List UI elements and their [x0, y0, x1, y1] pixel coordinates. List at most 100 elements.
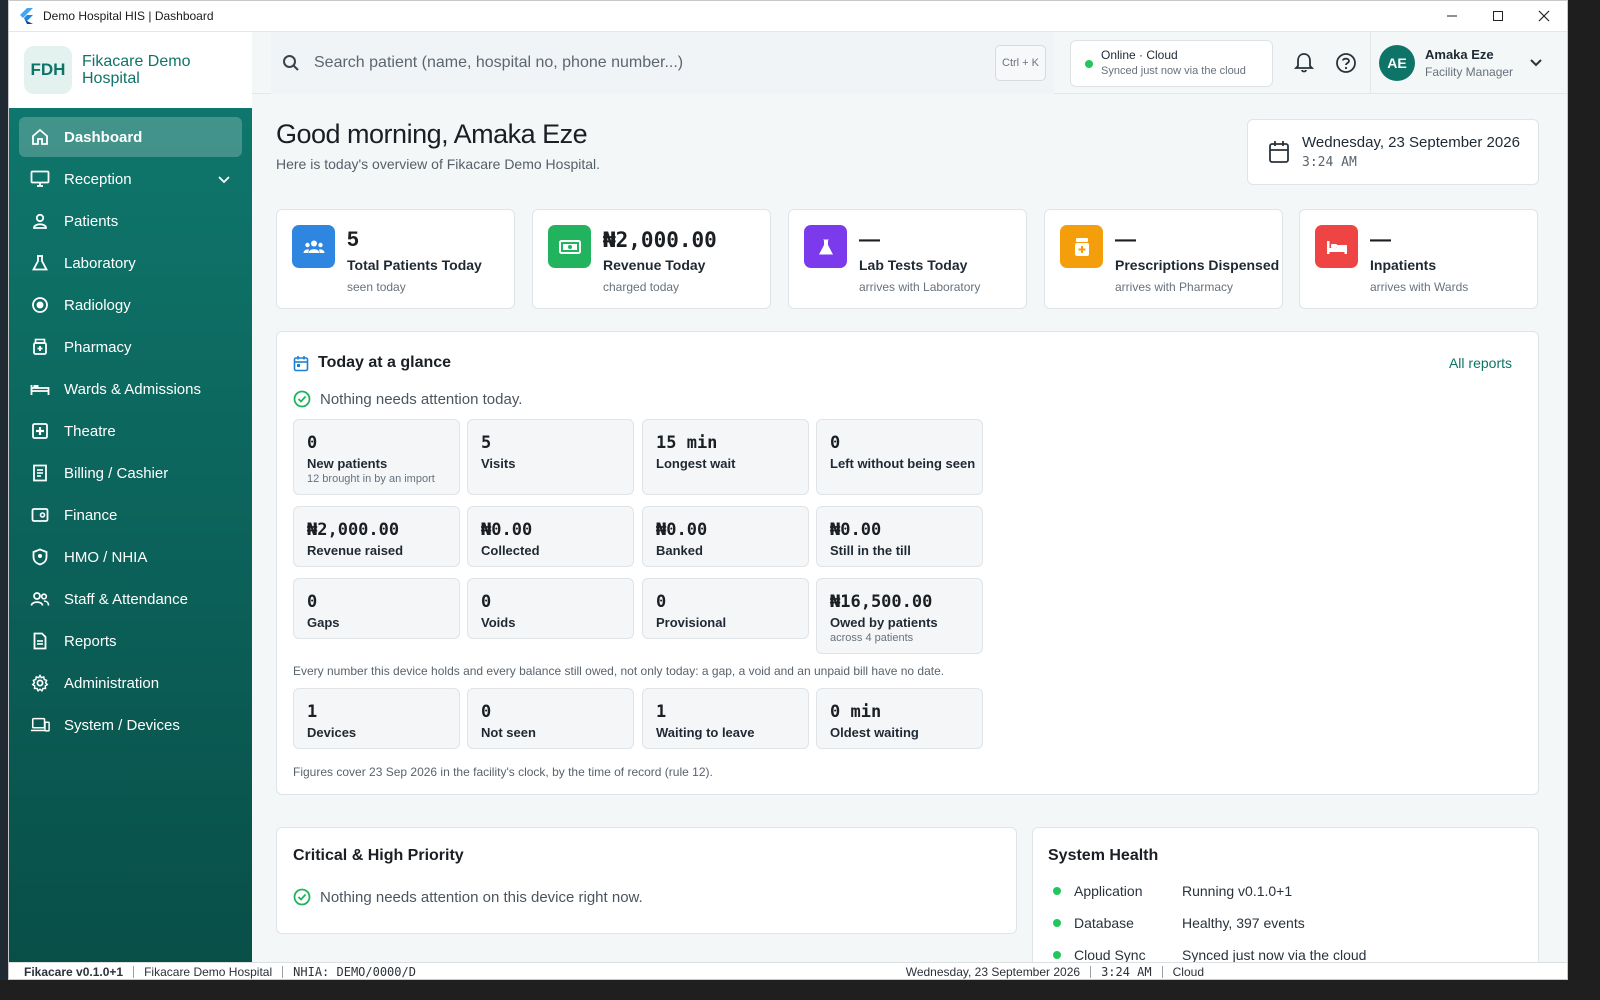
sidebar-item-hmo-nhia[interactable]: HMO / NHIA	[19, 537, 242, 577]
nhia-code: NHIA: DEMO/0000/D	[293, 965, 416, 979]
person-icon	[30, 211, 50, 231]
health-row: Database Healthy, 397 events	[1048, 915, 1305, 931]
stat-value: ₦2,000.00	[603, 228, 717, 252]
brand-header[interactable]: FDH Fikacare Demo Hospital	[9, 32, 252, 108]
health-name: Application	[1074, 883, 1143, 899]
sidebar-item-label: Theatre	[64, 422, 116, 440]
user-menu[interactable]: AE Amaka Eze Facility Manager	[1370, 32, 1567, 94]
maximize-button[interactable]	[1475, 1, 1521, 32]
pill-bottle-icon	[1060, 225, 1103, 268]
sidebar-item-laboratory[interactable]: Laboratory	[19, 243, 242, 283]
status-dot	[1053, 951, 1061, 959]
sidebar-item-label: Billing / Cashier	[64, 464, 169, 482]
sidebar-item-label: Laboratory	[64, 254, 136, 272]
sidebar-item-finance[interactable]: Finance	[19, 495, 242, 535]
money-icon	[548, 225, 591, 268]
sidebar-item-system-devices[interactable]: System / Devices	[19, 705, 242, 745]
current-date: Wednesday, 23 September 2026	[1302, 134, 1520, 151]
app-window: Demo Hospital HIS | Dashboard FDH Fikaca…	[8, 0, 1568, 980]
sidebar-item-label: Staff & Attendance	[64, 590, 188, 608]
help-icon[interactable]	[1335, 52, 1357, 74]
sidebar-item-label: Administration	[64, 674, 160, 692]
tile-value: 0	[830, 433, 841, 453]
receipt-icon	[30, 463, 50, 483]
app-version: Fikacare v0.1.0+1	[9, 966, 135, 978]
search-icon	[282, 54, 300, 72]
critical-title: Critical & High Priority	[293, 847, 464, 864]
user-name: Amaka Eze	[1425, 47, 1494, 62]
glance-tile: 0 Not seen	[467, 688, 634, 749]
desktop-taskbar-strip	[0, 980, 1600, 1000]
sidebar-item-pharmacy[interactable]: Pharmacy	[19, 327, 242, 367]
patient-search-bar[interactable]: Search patient (name, hospital no, phone…	[271, 32, 1054, 94]
glance-tile: 0 min Oldest waiting	[816, 688, 983, 749]
status-dot	[1053, 887, 1061, 895]
stat-card[interactable]: 5 Total Patients Today seen today	[276, 209, 515, 309]
sidebar-nav: Dashboard Reception Patients Laboratory Radi…	[9, 108, 252, 745]
sidebar-item-administration[interactable]: Administration	[19, 663, 242, 703]
glance-tile: 1 Waiting to leave	[642, 688, 809, 749]
sidebar-item-label: Finance	[64, 506, 118, 524]
stat-card[interactable]: — Prescriptions Dispensed arrives with Pha…	[1044, 209, 1283, 309]
flask-icon	[804, 225, 847, 268]
sidebar-item-label: Reception	[64, 170, 132, 188]
sidebar-item-staff-attendance[interactable]: Staff & Attendance	[19, 579, 242, 619]
today-at-a-glance-panel: Today at a glance All reports Nothing ne…	[276, 331, 1539, 795]
stat-value: —	[1370, 228, 1391, 251]
tile-value: 0	[656, 592, 667, 612]
radiology-icon	[30, 295, 50, 315]
sidebar-item-reports[interactable]: Reports	[19, 621, 242, 661]
stat-card[interactable]: ₦2,000.00 Revenue Today charged today	[532, 209, 771, 309]
check-circle-icon	[293, 390, 311, 408]
glance-tile: 0 New patients 12 brought in by an import	[293, 419, 460, 495]
footer-mode: Cloud	[1172, 965, 1204, 979]
sidebar-item-radiology[interactable]: Radiology	[19, 285, 242, 325]
tile-label: Left without being seen	[830, 456, 976, 471]
stat-caption: seen today	[347, 280, 406, 294]
calendar-icon	[1268, 140, 1290, 169]
top-bar: Search patient (name, hospital no, phone…	[252, 32, 1567, 94]
sidebar-item-wards-admissions[interactable]: Wards & Admissions	[19, 369, 242, 409]
search-input[interactable]: Search patient (name, hospital no, phone…	[314, 54, 995, 72]
tile-value: ₦0.00	[656, 520, 708, 540]
search-shortcut-hint: Ctrl + K	[995, 45, 1046, 81]
sidebar-item-theatre[interactable]: Theatre	[19, 411, 242, 451]
minimize-button[interactable]	[1429, 1, 1475, 32]
sidebar-item-billing-cashier[interactable]: Billing / Cashier	[19, 453, 242, 493]
glance-tile: 0 Provisional	[642, 578, 809, 639]
tile-value: 1	[307, 702, 318, 722]
calendar-icon	[293, 355, 309, 372]
sidebar-item-reception[interactable]: Reception	[19, 159, 242, 199]
system-health-panel: System Health Application Running v0.1.0+…	[1032, 827, 1539, 962]
health-row: Application Running v0.1.0+1	[1048, 883, 1292, 899]
glance-tile: 5 Visits	[467, 419, 634, 495]
sidebar-item-dashboard[interactable]: Dashboard	[19, 117, 242, 157]
glance-title: Today at a glance	[318, 354, 452, 371]
stat-card[interactable]: — Inpatients arrives with Wards	[1299, 209, 1538, 309]
tile-value: ₦16,500.00	[830, 592, 933, 612]
all-reports-link[interactable]: All reports	[1449, 355, 1512, 371]
glance-tile: ₦0.00 Still in the till	[816, 506, 983, 567]
online-status-dot	[1085, 60, 1093, 68]
glance-tile: 15 min Longest wait	[642, 419, 809, 495]
sidebar-item-patients[interactable]: Patients	[19, 201, 242, 241]
stat-value: —	[859, 228, 880, 251]
sidebar-item-label: Wards & Admissions	[64, 380, 201, 398]
desktop-background-left	[0, 0, 8, 1000]
page-title: Good morning, Amaka Eze	[276, 119, 588, 149]
theatre-icon	[30, 421, 50, 441]
dashboard-main: Good morning, Amaka Eze Here is today's …	[252, 94, 1567, 962]
connection-status[interactable]: Online · Cloud Synced just now via the c…	[1070, 40, 1273, 87]
sidebar-item-label: Dashboard	[64, 128, 143, 146]
sidebar-item-label: Radiology	[64, 296, 131, 314]
close-button[interactable]	[1521, 1, 1567, 32]
stat-label: Prescriptions Dispensed	[1115, 257, 1280, 273]
glance-tile: 0 Gaps	[293, 578, 460, 639]
bell-icon[interactable]	[1294, 52, 1314, 74]
tile-label: Provisional	[656, 615, 727, 630]
health-value: Synced just now via the cloud	[1182, 947, 1367, 962]
health-value: Running v0.1.0+1	[1182, 883, 1293, 899]
tile-value: ₦0.00	[481, 520, 533, 540]
balance-note: Every number this device holds and every…	[293, 664, 945, 678]
stat-card[interactable]: — Lab Tests Today arrives with Laboratory	[788, 209, 1027, 309]
